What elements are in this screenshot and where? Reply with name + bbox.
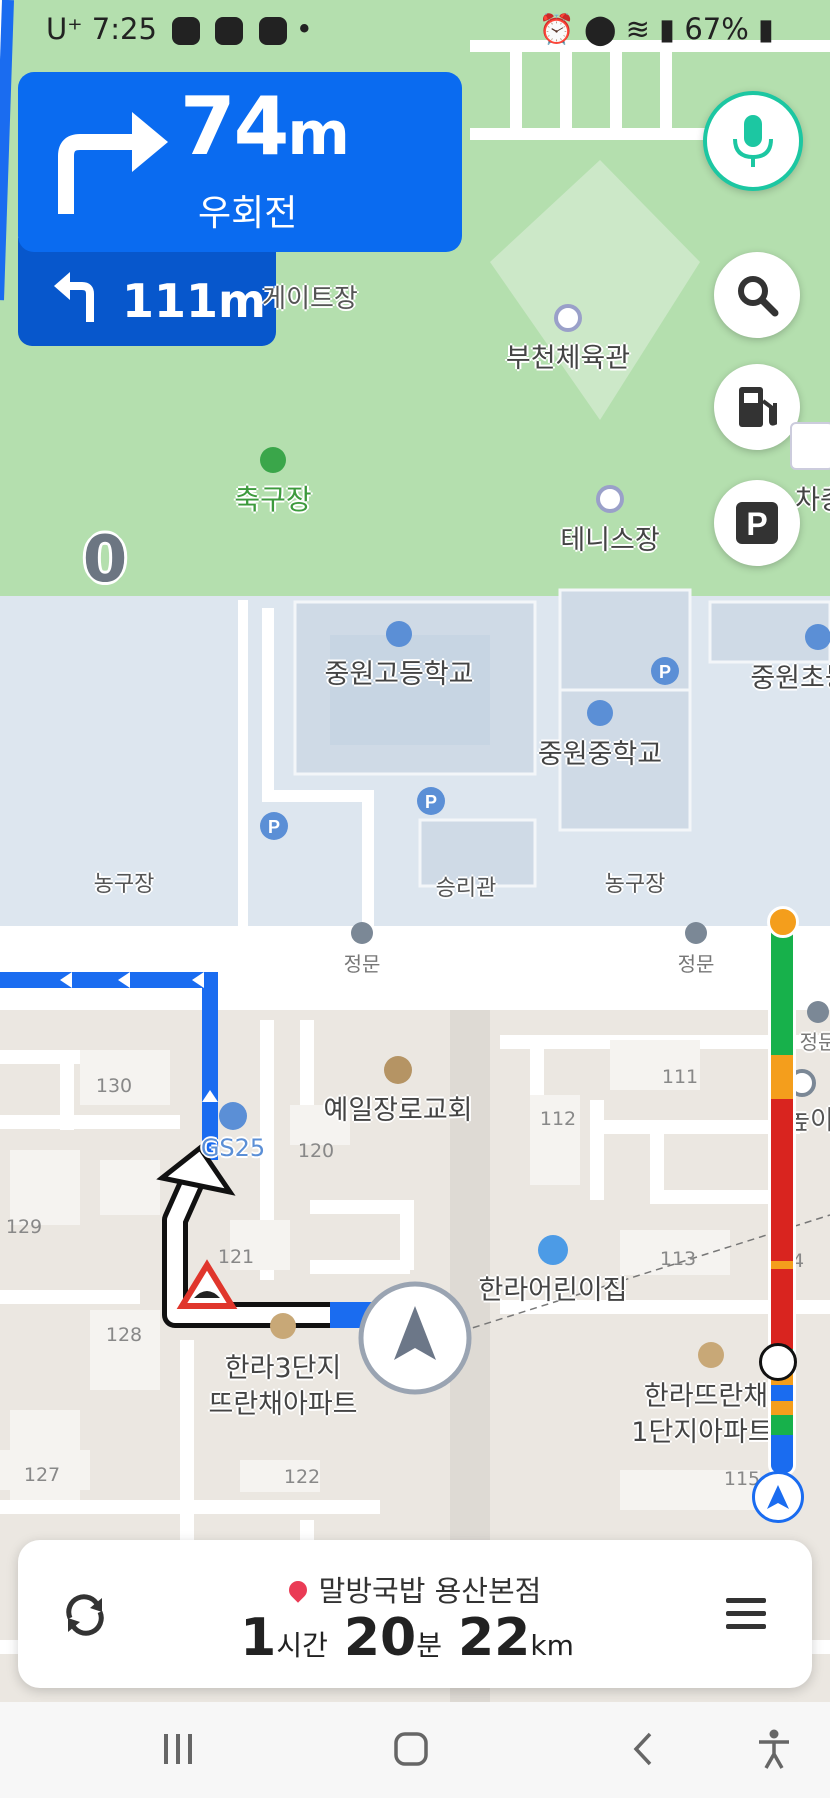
clock: 7:25 (91, 12, 157, 46)
label-apt1-line1[interactable]: 한라뜨란채 (644, 1374, 768, 1413)
label-gs25[interactable]: GS25 (201, 1134, 265, 1162)
route-traffic-bar (768, 910, 796, 1476)
eta-hours: 1 (240, 1608, 277, 1668)
app-notification-icon (258, 17, 287, 45)
building-number: 120 (297, 1140, 335, 1162)
parking-icon: P (736, 502, 778, 544)
accessibility-icon[interactable] (756, 1728, 792, 1770)
home-icon[interactable] (392, 1730, 430, 1768)
location-icon: ⬤ (583, 12, 617, 46)
label-main-gate-far: 정문 (799, 1030, 830, 1054)
battery-level: 67% (684, 12, 749, 46)
search-button[interactable] (714, 252, 800, 338)
label-gymnasium[interactable]: 부천체육관 (506, 336, 630, 375)
building-number: 112 (539, 1108, 577, 1130)
signal-icon: ▮ (659, 12, 676, 46)
car-icon (172, 17, 201, 45)
voice-button[interactable] (703, 91, 803, 191)
status-bar: U⁺ 7:25 • ⏰ ⬤ ≋ ▮ 67% ▮ (0, 0, 830, 62)
search-icon (738, 276, 779, 317)
label-main-gate-right: 정문 (677, 952, 715, 976)
eta-hours-unit: 시간 (276, 1629, 328, 1662)
turn-instruction: 우회전 (198, 193, 298, 234)
remaining-distance: 22 (457, 1608, 531, 1668)
alarm-icon: ⏰ (538, 12, 575, 46)
label-charging-partial: 차충 (795, 485, 830, 516)
current-speed: 0 (82, 523, 128, 597)
carrier-label: U⁺ (46, 12, 83, 46)
turn-distance-value: 74 (180, 80, 289, 173)
label-high-school[interactable]: 중원고등학교 (324, 652, 473, 691)
more-notifications-icon: • (295, 12, 313, 46)
label-soccer-field[interactable]: 축구장 (234, 478, 311, 518)
svg-text:P: P (425, 792, 437, 812)
destination-name: 말방국밥 용산본점 (318, 1574, 542, 1608)
destination-pin-icon (284, 1577, 311, 1603)
label-apt3-line1[interactable]: 한라3단지 (225, 1346, 342, 1385)
eta-summary: 1시간 20분 22km (18, 1608, 812, 1668)
remaining-distance-unit: km (530, 1629, 574, 1662)
building-number: 128 (105, 1324, 143, 1346)
recent-apps-icon[interactable] (160, 1732, 196, 1766)
building-number: 121 (217, 1246, 255, 1268)
turn-distance-unit: m (287, 99, 350, 169)
building-number: 130 (95, 1075, 133, 1097)
system-navigation-bar (0, 1702, 830, 1798)
label-apt1-line2[interactable]: 1단지아파트 (631, 1410, 772, 1449)
turn-right-icon (58, 112, 168, 214)
label-elementary-partial[interactable]: 중원초등 (750, 656, 830, 695)
fuel-icon (739, 387, 777, 427)
turn-guidance-card[interactable]: 74m 우회전 (18, 72, 462, 252)
wifi-icon: ≋ (625, 12, 650, 46)
svg-text:P: P (268, 817, 280, 837)
building-number: 111 (661, 1066, 699, 1088)
parking-button[interactable]: P (714, 480, 800, 566)
eta-minutes-unit: 분 (416, 1629, 442, 1662)
label-tennis-court[interactable]: 테니스장 (560, 518, 659, 557)
destination[interactable]: 말방국밥 용산본점 (18, 1568, 812, 1610)
route-destination-dot (767, 906, 799, 938)
cctv-icon (759, 1343, 797, 1381)
label-basketball-right: 농구장 (604, 872, 666, 897)
label-victory-hall: 승리관 (435, 876, 497, 901)
label-middle-school[interactable]: 중원중학교 (538, 732, 662, 771)
building-number: 129 (5, 1216, 43, 1238)
ev-charging-icon[interactable] (790, 422, 830, 470)
label-church[interactable]: 예일장로교회 (323, 1088, 472, 1127)
building-number: 122 (283, 1466, 321, 1488)
current-location-marker (358, 1281, 472, 1395)
gallery-icon (215, 17, 244, 45)
svg-text:P: P (746, 506, 767, 542)
label-kindergarten[interactable]: 한라어린이집 (478, 1268, 627, 1307)
back-icon[interactable] (630, 1730, 656, 1768)
label-main-gate-left: 정문 (343, 952, 381, 976)
building-number: 127 (23, 1464, 61, 1486)
mic-icon (733, 115, 773, 167)
turn-left-icon (54, 272, 94, 322)
next-turn-distance: 111m (122, 274, 266, 328)
label-basketball-left: 농구장 (93, 872, 155, 897)
turn-distance: 74m (180, 80, 350, 173)
label-apt3-line2[interactable]: 뜨란채아파트 (208, 1382, 357, 1421)
eta-minutes: 20 (343, 1608, 417, 1668)
building-number: 113 (659, 1248, 697, 1270)
battery-icon: ▮ (758, 12, 774, 46)
route-position-icon (752, 1471, 804, 1523)
route-summary-bar[interactable]: 말방국밥 용산본점 1시간 20분 22km (18, 1540, 812, 1688)
label-gate-field: 게이트장 (262, 284, 358, 314)
next-turn-card[interactable]: 111m (18, 238, 276, 346)
svg-text:P: P (659, 662, 671, 682)
gas-station-button[interactable] (714, 364, 800, 450)
menu-icon[interactable] (724, 1594, 768, 1634)
